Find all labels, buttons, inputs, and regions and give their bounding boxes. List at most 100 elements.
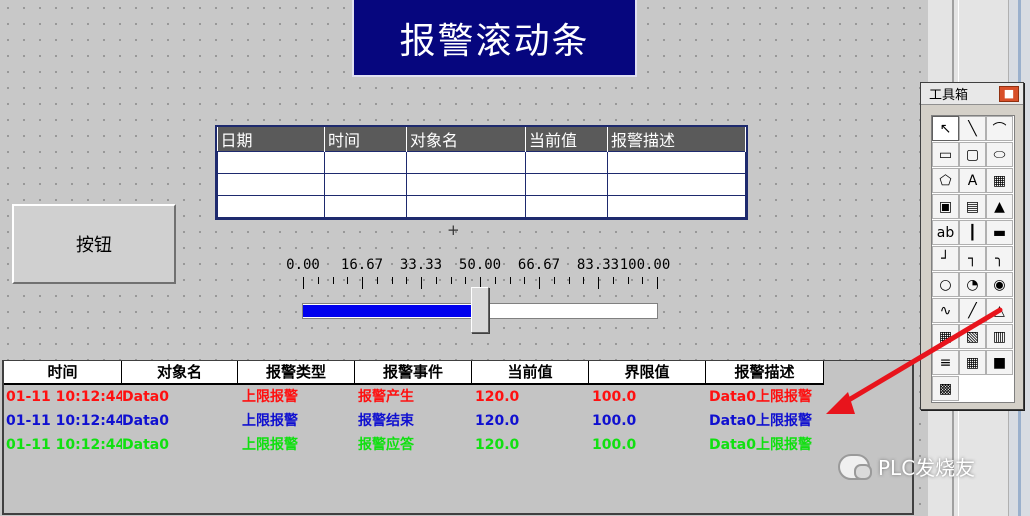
alarm-limit: 100.0 <box>592 437 637 453</box>
slider-tick <box>642 277 644 284</box>
history-curve-icon[interactable]: ╱ <box>959 298 986 323</box>
alarm-col-event: 报警事件 <box>355 361 472 385</box>
alarm-current: 120.0 <box>475 413 520 429</box>
symbol-library-icon[interactable]: ▣ <box>932 194 959 219</box>
slider-tick <box>376 277 378 284</box>
alarm-row[interactable]: 01-11 10:12:44 Data0 上限报警 报警产生 120.0 100… <box>4 385 824 409</box>
insert-element-icon[interactable]: ▤ <box>959 194 986 219</box>
alarm-time: 01-11 10:12:44 <box>6 437 122 453</box>
input-box-icon[interactable]: ab <box>932 220 959 245</box>
alarm-current: 120.0 <box>475 437 520 453</box>
flow-block-icon[interactable]: ▬ <box>986 220 1013 245</box>
alarm-desc: Data0上限报警 <box>709 389 812 405</box>
alarm-object: Data0 <box>122 437 169 453</box>
alarm-desc: Data0上限报警 <box>709 437 812 453</box>
report-table-icon[interactable]: ▦ <box>932 324 959 349</box>
close-icon[interactable]: ■ <box>999 86 1019 102</box>
toolbox-grid: ↖ ╲ ⌒ ▭ ▢ ⬭ ⬠ A ▦ ▣ ▤ ▲ ab ┃ ▬ ┘ ┐ ╮ ○ ◔ ◉ ∿ ╱ △ ▦ ▧ ▥ ≡ ▦ ■ ▩ <box>931 115 1015 403</box>
alarm-event: 报警结束 <box>358 413 414 429</box>
slider-tick <box>391 277 393 284</box>
bitmap-icon[interactable]: ▦ <box>986 168 1013 193</box>
pointer-icon[interactable]: ↖ <box>932 116 959 141</box>
subwindow-icon[interactable]: ▥ <box>986 324 1013 349</box>
slider-tick <box>317 277 319 284</box>
ellipse-icon[interactable]: ⬭ <box>986 142 1013 167</box>
info-table[interactable]: 日期 时间 对象名 当前值 报警描述 <box>215 125 748 220</box>
picture-icon[interactable]: ▩ <box>932 376 959 401</box>
slider-tick <box>450 277 452 284</box>
table-row <box>217 173 746 196</box>
alarm-time: 01-11 10:12:44 <box>6 389 122 405</box>
line-connector-icon[interactable]: ┘ <box>932 246 959 271</box>
info-col-time: 时间 <box>324 127 407 152</box>
flow-pipe-icon[interactable]: ┃ <box>959 220 986 245</box>
info-col-value: 当前值 <box>525 127 608 152</box>
slider-tick <box>494 277 496 284</box>
text-label-icon[interactable]: A <box>959 168 986 193</box>
slider-tick-label: 66.67 <box>517 257 561 273</box>
alarm-object: Data0 <box>122 413 169 429</box>
save-element-icon[interactable]: ▲ <box>986 194 1013 219</box>
slider-tick <box>509 277 511 284</box>
rounded-rect-icon[interactable]: ▢ <box>959 142 986 167</box>
data-table-icon[interactable]: ▦ <box>959 350 986 375</box>
alarm-header-row: 时间 对象名 报警类型 报警事件 当前值 界限值 报警描述 <box>4 361 824 385</box>
polygon-icon[interactable]: ⬠ <box>932 168 959 193</box>
toolbox-window[interactable]: 工具箱 ■ ↖ ╲ ⌒ ▭ ▢ ⬭ ⬠ A ▦ ▣ ▤ ▲ ab ┃ ▬ ┘ ┐ ╮ ○ ◔ ◉ ∿ ╱ △ ▦ ▧ ▥ ≡ ▦ ■ ▩ <box>920 82 1024 410</box>
slider-tick-label: 50.00 <box>458 257 502 273</box>
slider-tick <box>627 277 629 284</box>
alarm-scroll-table[interactable]: 时间 对象名 报警类型 报警事件 当前值 界限值 报警描述 01-11 10:1… <box>2 360 914 515</box>
slider-control[interactable]: 0.00 16.67 33.33 50.00 66.67 83.33 100.0… <box>280 255 690 335</box>
alarm-display-icon[interactable]: △ <box>986 298 1013 323</box>
slider-tick <box>657 277 658 289</box>
alarm-row[interactable]: 01-11 10:12:44 Data0 上限报警 报警结束 120.0 100… <box>4 409 824 433</box>
alarm-event: 报警产生 <box>358 389 414 405</box>
info-col-object: 对象名 <box>406 127 526 152</box>
slider-thumb[interactable] <box>471 287 489 333</box>
arc-icon[interactable]: ⌒ <box>986 116 1013 141</box>
custom-window-icon[interactable]: ▧ <box>959 324 986 349</box>
line-icon[interactable]: ╲ <box>959 116 986 141</box>
toolbox-titlebar[interactable]: 工具箱 ■ <box>921 83 1023 105</box>
table-row <box>217 151 746 174</box>
toolbox-title: 工具箱 <box>929 88 969 103</box>
strip-bar-icon[interactable]: ≡ <box>932 350 959 375</box>
slider-tick <box>303 277 304 289</box>
rectangle-icon[interactable]: ▭ <box>932 142 959 167</box>
slider-tick-label: 83.33 <box>576 257 620 273</box>
alarm-col-object: 对象名 <box>122 361 238 385</box>
rotary-icon[interactable]: ○ <box>932 272 959 297</box>
push-button[interactable]: 按钮 <box>12 204 176 284</box>
alarm-limit: 100.0 <box>592 413 637 429</box>
info-col-desc: 报警描述 <box>607 127 746 152</box>
trend-curve-icon[interactable]: ∿ <box>932 298 959 323</box>
slider-tick <box>406 277 408 284</box>
arc-connector-icon[interactable]: ╮ <box>986 246 1013 271</box>
slider-tick <box>583 277 585 284</box>
alarm-limit: 100.0 <box>592 389 637 405</box>
alarm-desc: Data0上限报警 <box>709 413 812 429</box>
alarm-type: 上限报警 <box>242 413 298 429</box>
slider-tick-label: 16.67 <box>340 257 384 273</box>
slider-tick <box>568 277 570 284</box>
gauge-icon[interactable]: ◔ <box>959 272 986 297</box>
alarm-row[interactable]: 01-11 10:12:44 Data0 上限报警 报警应答 120.0 100… <box>4 433 824 457</box>
slider-tick <box>612 277 614 284</box>
alarm-current: 120.0 <box>475 389 520 405</box>
slider-tick-label: 33.33 <box>399 257 443 273</box>
table-row <box>217 195 746 218</box>
slider-tick-label: 0.00 <box>286 257 320 273</box>
slider-tick <box>524 277 526 284</box>
alarm-event: 报警应答 <box>358 437 414 453</box>
watermark: PLC发烧友 <box>838 452 975 481</box>
toggle-icon[interactable]: ◉ <box>986 272 1013 297</box>
wechat-icon <box>838 453 872 480</box>
slider-fill <box>303 305 481 317</box>
slider-tick <box>465 277 467 284</box>
slider-tick <box>362 277 363 289</box>
slider-tick <box>598 277 599 289</box>
crosshair-marker: + <box>447 221 460 239</box>
alarm-col-type: 报警类型 <box>238 361 355 385</box>
frame-icon[interactable]: ■ <box>986 350 1013 375</box>
fold-line-icon[interactable]: ┐ <box>959 246 986 271</box>
